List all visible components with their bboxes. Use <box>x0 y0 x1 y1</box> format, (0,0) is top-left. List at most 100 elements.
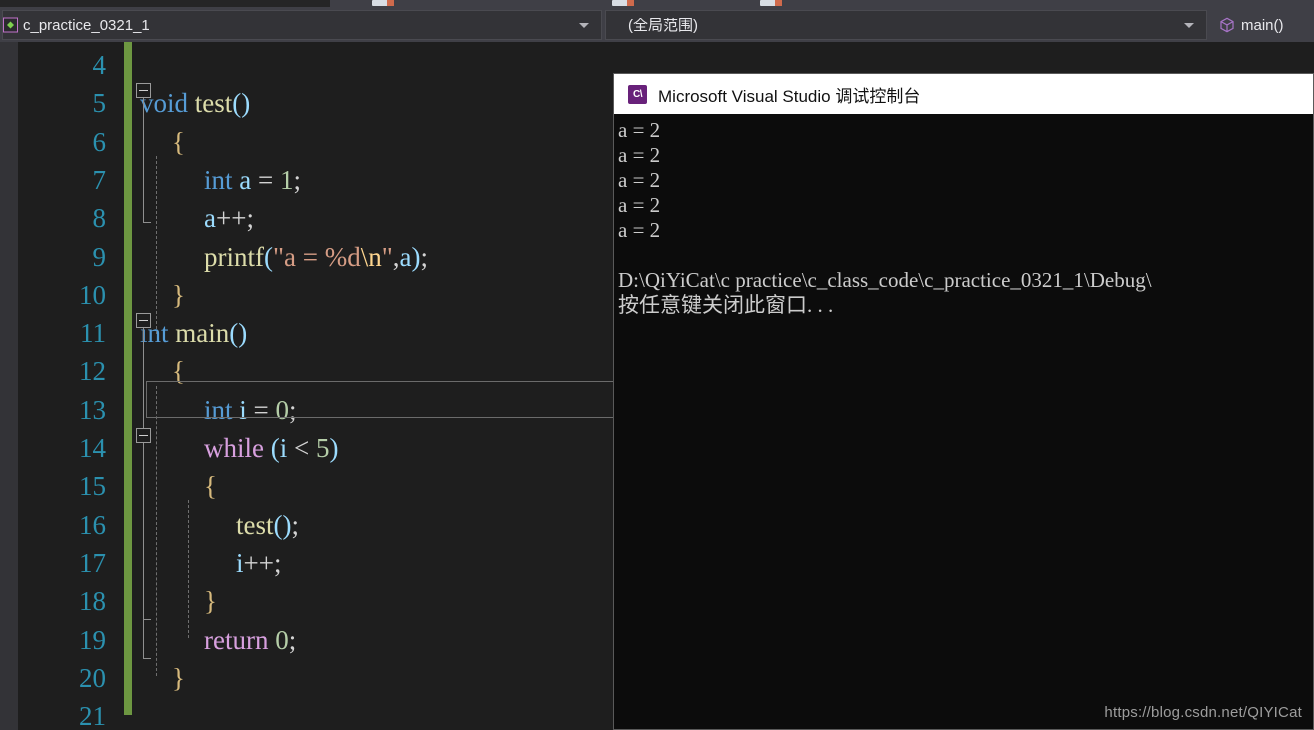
code-token-var: i <box>239 394 247 425</box>
code-token-kw: int <box>204 394 233 425</box>
console-line: a = 2 <box>618 168 661 192</box>
code-token-var: a <box>204 203 216 234</box>
code-text: { <box>172 352 185 390</box>
console-line: D:\QiYiCat\c practice\c_class_code\c_pra… <box>618 268 1152 292</box>
line-number: 12 <box>79 356 106 387</box>
code-token-var: a <box>399 241 412 272</box>
toolbar-left-dark <box>0 0 330 7</box>
fold-toggle-line-11[interactable] <box>136 313 151 328</box>
fold-toggle-line-5[interactable] <box>136 83 151 98</box>
code-text: } <box>172 659 185 697</box>
line-number: 18 <box>79 586 106 617</box>
indent-guide-0 <box>156 156 157 334</box>
toolbar-chip-1[interactable] <box>372 0 394 6</box>
line-number: 17 <box>79 547 106 578</box>
code-text: printf("a = %d\n",a); <box>204 238 428 276</box>
code-token-kw: int <box>204 164 233 195</box>
code-token-brc: } <box>204 586 217 617</box>
code-token-var: i <box>236 547 244 578</box>
line-number: 9 <box>92 241 107 272</box>
code-text: int a = 1; <box>204 161 301 199</box>
code-text: int i = 0; <box>204 391 297 429</box>
toolbar-strip-partial <box>0 0 1314 8</box>
line-number: 14 <box>79 433 106 463</box>
code-token-par: ( <box>270 433 280 463</box>
scope-dropdown-label: (全局范围) <box>628 17 698 33</box>
toolbar-chip-2[interactable] <box>612 0 634 6</box>
code-token-num: 5 <box>316 433 330 463</box>
code-token-str: " <box>381 241 393 272</box>
code-token-num: 1 <box>279 164 294 195</box>
code-token-pun: ; <box>289 394 297 425</box>
code-token-pun: ++; <box>243 547 282 578</box>
line-number: 7 <box>92 164 107 195</box>
code-token-pun: , <box>392 241 400 272</box>
line-number: 16 <box>79 509 106 540</box>
line-number: 5 <box>92 88 107 119</box>
console-line: a = 2 <box>618 118 661 142</box>
code-token-par: () <box>273 509 292 540</box>
code-text: { <box>204 467 217 505</box>
code-token-brc: { <box>172 356 185 387</box>
code-token-brc: { <box>172 126 185 157</box>
code-token-num: 0 <box>275 624 289 655</box>
fold-toggle-line-14[interactable] <box>136 428 151 443</box>
line-number: 13 <box>79 394 106 425</box>
indent-guide-1 <box>156 386 157 676</box>
line-number: 10 <box>79 279 106 310</box>
code-token-brc: } <box>172 279 185 310</box>
console-line: 按任意键关闭此窗口. . . <box>618 293 834 317</box>
line-number: 4 <box>92 50 107 80</box>
code-token-pun: = <box>251 164 280 195</box>
console-line: a = 2 <box>618 193 661 217</box>
project-dropdown[interactable]: c_practice_0321_1 <box>2 10 602 40</box>
code-token-pun <box>188 88 195 118</box>
code-token-fn: main <box>175 318 230 349</box>
console-title-bar[interactable]: C\ Microsoft Visual Studio 调试控制台 <box>614 74 1313 114</box>
code-text: } <box>204 582 217 620</box>
code-token-ctl: return <box>204 624 269 655</box>
code-token-var: a <box>239 164 252 195</box>
indent-guide-2 <box>188 500 189 638</box>
code-text: while (i < 5) <box>204 429 339 467</box>
fold-guide-end-while <box>143 619 151 620</box>
code-token-par: () <box>229 318 248 349</box>
code-text: { <box>172 123 185 161</box>
debug-console-window[interactable]: C\ Microsoft Visual Studio 调试控制台 a = 2a … <box>613 73 1314 730</box>
fold-guide-while <box>143 443 144 619</box>
chevron-down-icon[interactable] <box>579 23 589 28</box>
code-text: void test() <box>140 84 250 122</box>
code-text: } <box>172 276 185 314</box>
code-token-str: "a = %d <box>273 241 361 272</box>
code-token-pun: < <box>287 433 316 463</box>
project-file-icon <box>3 17 18 33</box>
line-number: 8 <box>92 203 107 234</box>
code-token-brc: { <box>204 471 217 502</box>
code-token-par: ) <box>411 241 421 272</box>
code-token-brc: } <box>172 662 185 693</box>
line-number: 6 <box>92 126 107 157</box>
toolbar-chip-3[interactable] <box>760 0 782 6</box>
member-dropdown[interactable]: main() <box>1210 10 1310 40</box>
line-number: 21 <box>79 701 106 730</box>
code-token-pun: ; <box>288 624 297 655</box>
code-token-pun: ++; <box>215 203 254 234</box>
cpp-console-icon: C\ <box>628 84 647 104</box>
console-output: a = 2a = 2a = 2a = 2a = 2 D:\QiYiCat\c pr… <box>614 114 1313 729</box>
fold-guide-end-test <box>143 222 151 223</box>
code-token-num: 0 <box>275 394 290 425</box>
code-text: return 0; <box>204 621 296 659</box>
chevron-down-icon[interactable] <box>1184 23 1194 28</box>
code-token-esc: \n <box>360 241 382 272</box>
line-number: 15 <box>79 471 106 502</box>
code-token-par: ) <box>329 433 339 463</box>
code-token-pun: ; <box>420 241 429 272</box>
fold-guide-test <box>143 98 144 222</box>
navigation-bar: c_practice_0321_1 (全局范围) main() <box>0 8 1314 42</box>
code-text: test(); <box>236 506 299 544</box>
code-token-ctl: while <box>204 433 264 463</box>
line-number: 11 <box>80 318 106 349</box>
code-token-fn: test <box>194 88 233 119</box>
scope-dropdown[interactable]: (全局范围) <box>605 10 1207 40</box>
